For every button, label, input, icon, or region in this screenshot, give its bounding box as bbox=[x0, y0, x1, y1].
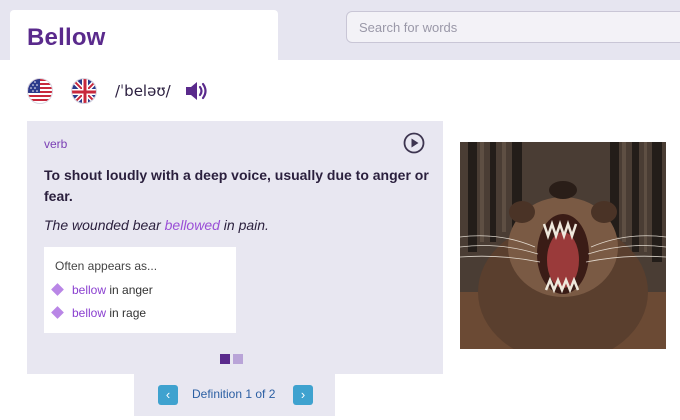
collocation-item[interactable]: bellow in anger bbox=[51, 283, 153, 297]
search-box[interactable] bbox=[346, 11, 680, 43]
collocation-rest: in rage bbox=[106, 306, 147, 320]
uk-flag-icon[interactable] bbox=[71, 78, 97, 104]
collocations-heading: Often appears as... bbox=[55, 259, 158, 273]
collocation-keyword: bellow bbox=[72, 283, 107, 297]
search-input[interactable] bbox=[347, 12, 680, 42]
page-dot[interactable] bbox=[233, 354, 243, 364]
definition-text: To shout loudly with a deep voice, usual… bbox=[44, 167, 429, 204]
play-circle-icon[interactable] bbox=[403, 132, 425, 154]
us-flag-icon[interactable] bbox=[27, 78, 53, 104]
diamond-bullet-icon bbox=[51, 306, 64, 320]
definition-page-dots bbox=[220, 351, 246, 369]
collocation-keyword: bellow bbox=[72, 306, 107, 320]
diamond-bullet-icon bbox=[51, 283, 64, 297]
collocations-box: Often appears as... bellow in anger bell… bbox=[44, 247, 236, 333]
collocation-rest: in anger bbox=[106, 283, 153, 297]
speaker-icon[interactable] bbox=[184, 79, 212, 103]
part-of-speech: verb bbox=[44, 137, 68, 151]
definition-pager: ‹ Definition 1 of 2 › bbox=[134, 374, 335, 416]
example-sentence: The wounded bear bellowed in pain. bbox=[44, 217, 269, 233]
pager-label: Definition 1 of 2 bbox=[192, 387, 276, 401]
example-before: The wounded bear bbox=[44, 217, 165, 233]
chevron-right-icon[interactable]: › bbox=[293, 385, 313, 405]
page-dot-active[interactable] bbox=[220, 354, 230, 364]
ipa-transcription: /ˈbeləʊ/ bbox=[115, 82, 171, 100]
chevron-left-icon[interactable]: ‹ bbox=[158, 385, 178, 405]
roaring-bear-image bbox=[460, 142, 666, 349]
collocation-item[interactable]: bellow in rage bbox=[51, 306, 147, 320]
word-title: Bellow bbox=[27, 24, 106, 51]
example-after: in pain. bbox=[219, 217, 269, 233]
definition-card: verb To shout loudly with a deep voice, … bbox=[27, 121, 443, 374]
example-highlight: bellowed bbox=[164, 217, 220, 233]
